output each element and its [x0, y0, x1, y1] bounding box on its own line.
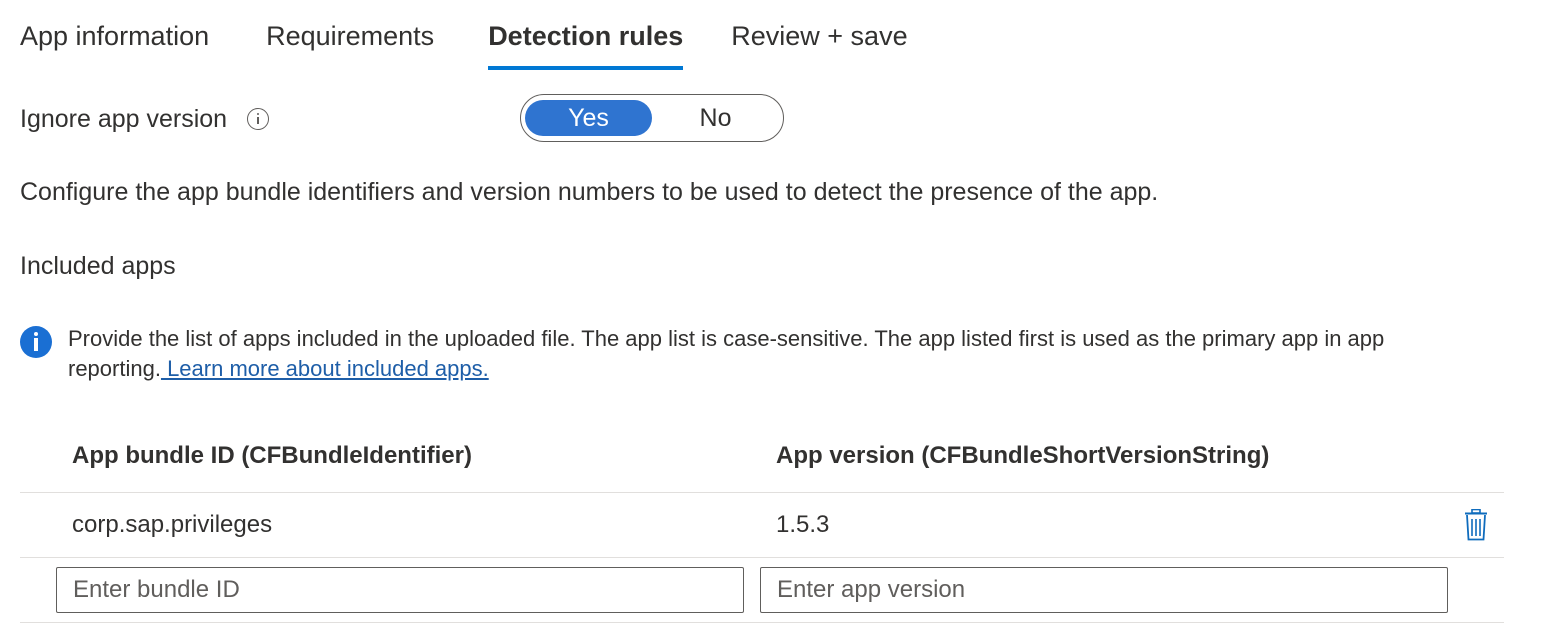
info-banner-text: Provide the list of apps included in the…: [68, 324, 1468, 384]
tab-review-save[interactable]: Review + save: [731, 0, 907, 72]
tab-requirements[interactable]: Requirements: [266, 0, 434, 72]
ignore-app-version-row: Ignore app version: [20, 96, 270, 142]
info-icon[interactable]: [247, 108, 270, 130]
tab-app-information[interactable]: App information: [20, 0, 209, 72]
ignore-app-version-toggle[interactable]: Yes No: [520, 94, 784, 142]
toggle-no-option[interactable]: No: [652, 100, 779, 136]
learn-more-link[interactable]: Learn more about included apps.: [161, 356, 489, 381]
header-bundle-id: App bundle ID (CFBundleIdentifier): [72, 442, 472, 469]
included-apps-heading: Included apps: [20, 252, 176, 280]
new-app-row: [20, 558, 1504, 623]
included-apps-table: App bundle ID (CFBundleIdentifier) App v…: [20, 424, 1504, 623]
info-filled-icon: [20, 326, 52, 358]
detection-description: Configure the app bundle identifiers and…: [20, 178, 1159, 206]
bundle-id-input[interactable]: [56, 567, 744, 613]
tab-bar: App information Requirements Detection r…: [20, 0, 908, 72]
trash-icon[interactable]: [1462, 509, 1490, 541]
table-row: corp.sap.privileges 1.5.3: [20, 493, 1504, 558]
app-version-cell: 1.5.3: [776, 511, 830, 538]
bundle-id-cell: corp.sap.privileges: [72, 511, 273, 538]
toggle-yes-option[interactable]: Yes: [525, 100, 652, 136]
app-version-input[interactable]: [760, 567, 1448, 613]
ignore-app-version-label: Ignore app version: [20, 104, 228, 133]
tab-detection-rules[interactable]: Detection rules: [488, 0, 684, 72]
header-app-version: App version (CFBundleShortVersionString): [776, 442, 1270, 469]
table-header: App bundle ID (CFBundleIdentifier) App v…: [20, 424, 1504, 493]
